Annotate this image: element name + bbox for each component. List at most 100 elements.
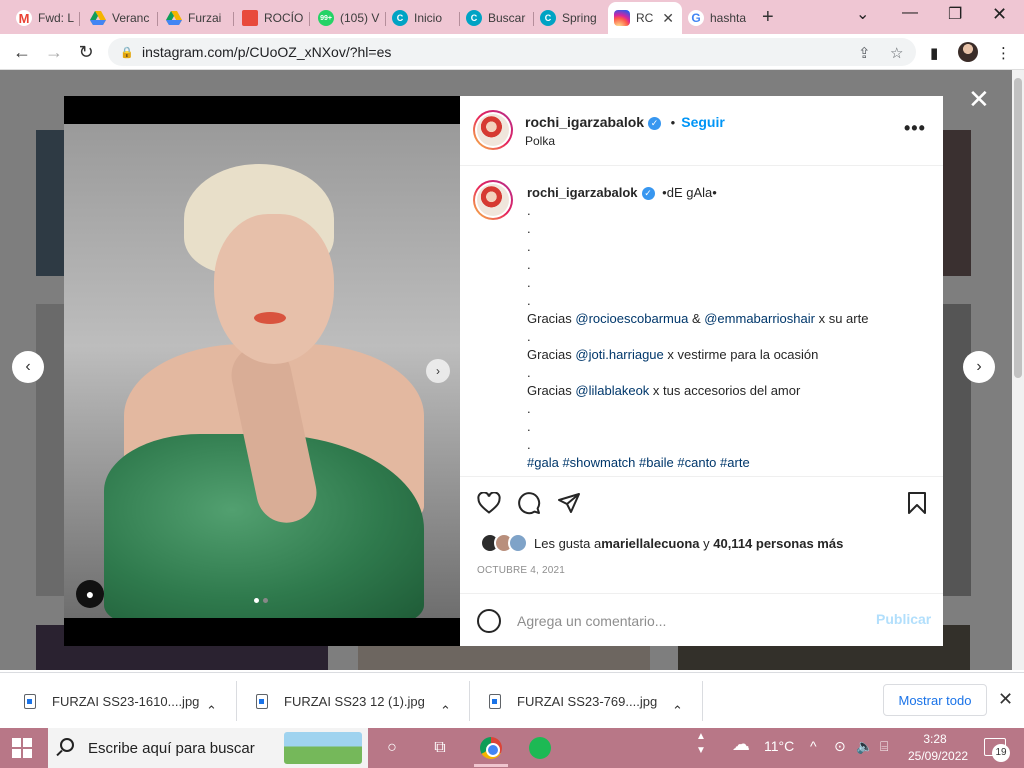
search-highlight-image [284, 732, 362, 764]
tab-search-chevron-icon[interactable]: ⌄ [856, 4, 869, 24]
post-date[interactable]: OCTUBRE 4, 2021 [477, 565, 565, 576]
restore-icon[interactable]: ❐ [948, 4, 962, 24]
download-options-chevron-icon[interactable]: ⌃ [440, 693, 451, 729]
tab-slides[interactable]: ROCÍO [236, 4, 310, 32]
author-line: rochi_igarzabalok ✓ • Seguir [525, 114, 725, 131]
taskbar-search[interactable]: Escribe aquí para buscar [48, 728, 368, 768]
caption-title: •dE gAla• [662, 185, 717, 200]
publish-button[interactable]: Publicar [876, 611, 931, 627]
tab-drive-2[interactable]: Furzai [160, 4, 234, 32]
mention-link[interactable]: @lilablakeok [575, 383, 649, 398]
emoji-icon[interactable] [477, 609, 501, 633]
caption-username[interactable]: rochi_igarzabalok [527, 185, 638, 200]
notifications-count: 19 [992, 744, 1010, 762]
likes-count[interactable]: 40,114 personas más [713, 536, 843, 551]
hashtag-link[interactable]: #arte [720, 455, 750, 470]
chrome-menu-icon[interactable]: ⋮ [996, 44, 1011, 62]
download-item[interactable]: FURZAI SS23 12 (1).jpg [256, 683, 425, 719]
close-downloads-icon[interactable]: ✕ [998, 689, 1013, 710]
caption-thanks-2: Gracias @joti.harriague x vestirme para … [527, 347, 819, 362]
caption-dot: . [527, 329, 531, 344]
taskbar-scroll-icon[interactable]: ▲ ▼ [696, 730, 706, 758]
caption-thanks-1: Gracias @rocioescobarmua & @emmabarriosh… [527, 311, 869, 326]
hashtag-link[interactable]: #showmatch [562, 455, 635, 470]
back-icon[interactable]: ← [10, 40, 34, 64]
user-tag-icon[interactable]: ● [76, 580, 104, 608]
tab-canva-inicio[interactable]: C Inicio [386, 4, 460, 32]
like-heart-icon[interactable] [477, 491, 501, 515]
mention-link[interactable]: @emmabarrioshair [704, 311, 815, 326]
weather-temperature[interactable]: 11°C [764, 738, 794, 754]
url-text: instagram.com/p/CUoOZ_xNXov/?hl=es [142, 44, 392, 60]
network-icon[interactable]: ⌸ [880, 738, 888, 755]
mention-link[interactable]: @joti.harriague [575, 347, 663, 362]
post-caption: rochi_igarzabalok ✓ •dE gAla• . . . . . .… [460, 166, 943, 476]
google-slides-icon [242, 10, 258, 26]
caption-first-line: rochi_igarzabalok ✓ •dE gAla• [527, 185, 717, 201]
tab-gmail[interactable]: M Fwd: L [10, 4, 80, 32]
weather-cloud-icon[interactable]: ☁ [732, 734, 750, 755]
page-scrollbar[interactable] [1012, 70, 1024, 670]
comment-input[interactable] [517, 610, 847, 632]
bookmark-star-icon[interactable]: ☆ [890, 44, 903, 62]
windows-start-icon[interactable] [12, 738, 32, 758]
tab-whatsapp[interactable]: 99+ (105) V [312, 4, 386, 32]
tab-instagram-active[interactable]: RC ✕ [608, 2, 682, 34]
address-bar[interactable]: 🔒 instagram.com/p/CUoOZ_xNXov/?hl=es [108, 38, 916, 66]
show-all-downloads-button[interactable]: Mostrar todo [883, 684, 987, 716]
post-photo [64, 124, 460, 618]
download-item[interactable]: FURZAI SS23-769....jpg [489, 683, 657, 719]
next-post-button[interactable]: › [963, 351, 995, 383]
save-bookmark-icon[interactable] [905, 491, 929, 515]
show-hidden-icons-chevron[interactable]: ^ [810, 738, 817, 754]
chrome-taskbar-icon[interactable] [479, 736, 503, 760]
close-tab-icon[interactable]: ✕ [662, 10, 674, 27]
spotify-taskbar-icon[interactable] [528, 736, 552, 760]
forward-icon[interactable]: → [42, 40, 66, 64]
mention-link[interactable]: @rocioescobarmua [575, 311, 688, 326]
webcam-icon[interactable]: ⊙ [834, 738, 846, 755]
tab-canva-buscar[interactable]: C Buscar [460, 4, 534, 32]
side-panel-icon[interactable]: ▮ [930, 44, 938, 62]
hashtag-link[interactable]: #canto [677, 455, 716, 470]
liker-avatars[interactable] [480, 533, 528, 553]
background-post-thumb [36, 304, 64, 596]
previous-post-button[interactable]: ‹ [12, 351, 44, 383]
tab-google-hashtag[interactable]: Ghashta [682, 4, 756, 32]
download-item[interactable]: FURZAI SS23-1610....jpg [24, 683, 199, 719]
hashtag-link[interactable]: #baile [639, 455, 674, 470]
caption-author-avatar[interactable] [473, 180, 513, 220]
more-options-icon[interactable]: ••• [904, 118, 926, 139]
author-avatar[interactable] [473, 110, 513, 150]
new-tab-icon[interactable]: + [762, 6, 774, 29]
caption-thanks-3: Gracias @lilablakeok x tus accesorios de… [527, 383, 801, 398]
likes-summary: Les gusta a mariellalecuona y 40,114 per… [480, 533, 843, 553]
share-icon[interactable]: ⇪ [858, 44, 871, 62]
modal-close-icon[interactable]: ✕ [968, 84, 990, 115]
caption-dot: . [527, 401, 531, 416]
author-username[interactable]: rochi_igarzabalok [525, 114, 644, 130]
post-panel: rochi_igarzabalok ✓ • Seguir Polka ••• roc… [460, 96, 943, 646]
volume-muted-icon[interactable]: 🔈 [856, 738, 873, 755]
tab-canva-spring[interactable]: C Spring [534, 4, 608, 32]
download-options-chevron-icon[interactable]: ⌃ [206, 693, 217, 729]
liker-username[interactable]: mariellalecuona [601, 536, 699, 551]
window-close-icon[interactable]: ✕ [992, 4, 1007, 25]
taskbar-clock[interactable]: 3:28 25/09/2022 [908, 731, 968, 765]
cortana-icon[interactable]: ○ [380, 736, 404, 760]
profile-avatar[interactable] [958, 42, 978, 62]
minimize-icon[interactable]: — [902, 4, 918, 22]
background-post-thumb [943, 304, 971, 596]
reload-icon[interactable]: ↻ [74, 40, 98, 64]
hashtag-link[interactable]: #gala [527, 455, 559, 470]
verified-badge-icon: ✓ [648, 117, 662, 131]
task-view-icon[interactable]: ⧉ [428, 736, 452, 760]
media-next-icon[interactable]: › [426, 359, 450, 383]
tab-drive-1[interactable]: Veranc [84, 4, 158, 32]
caption-dot: . [527, 293, 531, 308]
post-location[interactable]: Polka [525, 134, 555, 148]
download-options-chevron-icon[interactable]: ⌃ [672, 693, 683, 729]
comment-icon[interactable] [517, 491, 541, 515]
share-send-icon[interactable] [557, 491, 581, 515]
follow-button[interactable]: Seguir [681, 114, 725, 130]
